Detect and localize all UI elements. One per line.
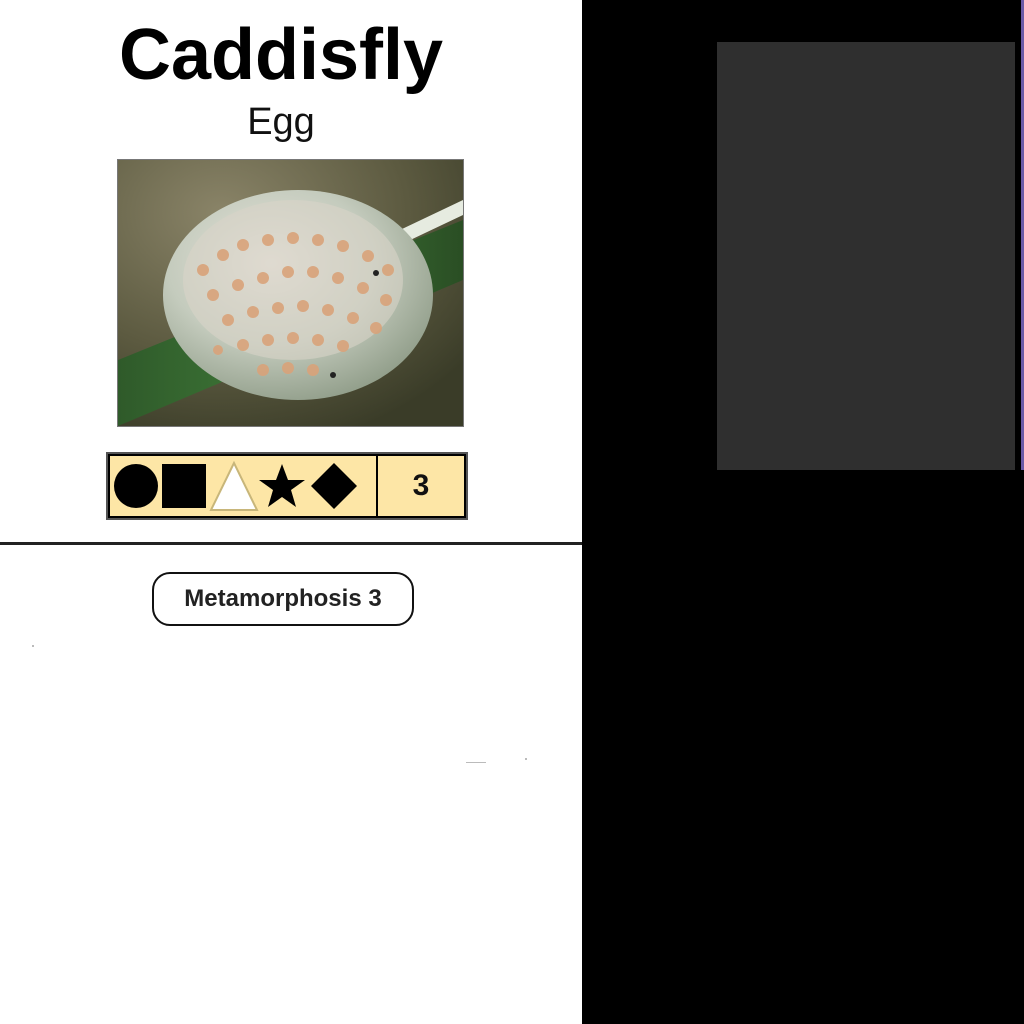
speck: [32, 645, 34, 647]
triangle-outline-icon: [209, 460, 259, 511]
right-panel: [582, 0, 1024, 1024]
symbols-cell: [108, 454, 378, 518]
speck: [525, 758, 527, 760]
dark-placeholder-box: [717, 42, 1015, 470]
card-value: 3: [378, 454, 466, 518]
diamond-icon: [311, 463, 357, 509]
card-title: Caddisfly: [118, 15, 444, 95]
symbols-row: [114, 460, 357, 511]
card-subtitle: Egg: [247, 101, 315, 143]
metamorphosis-tag: Metamorphosis 3: [152, 572, 414, 626]
card-divider: [0, 542, 582, 545]
circle-icon: [114, 464, 158, 508]
symbols-bar: 3: [106, 452, 468, 520]
egg-mass-image: [118, 160, 463, 426]
speck: [466, 762, 486, 763]
card-photo: [117, 159, 464, 427]
star-icon: [259, 464, 305, 507]
card-panel: Caddisfly Egg 3 Metamorphosis 3: [0, 0, 582, 1024]
square-icon: [162, 464, 206, 508]
